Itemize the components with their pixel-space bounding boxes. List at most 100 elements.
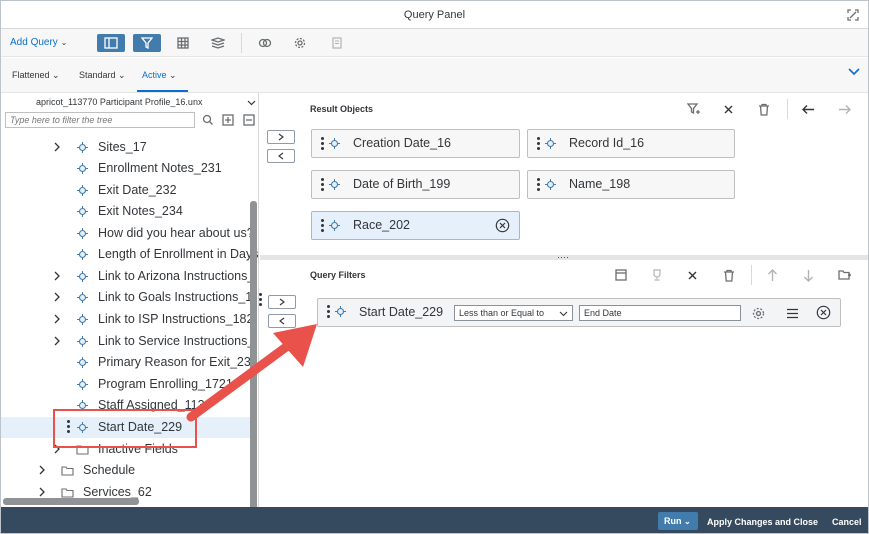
add-query-button[interactable]: Add Query ⌄ [10, 37, 67, 48]
drag-handle-icon[interactable] [321, 178, 324, 193]
remove-circle-icon[interactable] [495, 218, 510, 233]
menu-icon[interactable] [786, 308, 799, 319]
active-dropdown[interactable]: Active ⌄ [142, 70, 177, 81]
dimension-icon [545, 138, 556, 149]
panel-splitter[interactable]: ···· [260, 253, 868, 262]
chevron-right-icon[interactable] [53, 336, 61, 346]
sql-button[interactable] [323, 34, 351, 52]
operator-select[interactable]: Less than or Equal to [454, 305, 573, 321]
tree-item-label: How did you hear about us? [98, 226, 254, 240]
operand-value: End Date [584, 308, 622, 318]
drag-handle-icon[interactable] [537, 137, 540, 152]
result-object-label: Name_198 [569, 177, 631, 191]
tree-item[interactable]: Exit Date_232 [1, 180, 251, 201]
tree-item[interactable]: Link to Goals Instructions_1 [1, 287, 253, 308]
dimension-icon [77, 314, 88, 325]
gear-icon[interactable] [752, 307, 765, 320]
drag-handle-icon[interactable] [321, 137, 324, 152]
run-button[interactable]: Run ⌄ [658, 512, 698, 530]
add-subquery-icon[interactable] [838, 269, 851, 281]
link-button[interactable] [251, 34, 279, 52]
filter-condition-row[interactable]: Start Date_229 Less than or Equal to End… [317, 298, 841, 327]
dimension-icon [545, 179, 556, 190]
add-query-label: Add Query [10, 37, 58, 48]
arrow-down-icon[interactable] [803, 269, 814, 282]
tree-item-label: Link to Goals Instructions_1 [98, 290, 253, 304]
dimension-icon [335, 306, 346, 317]
panel-icon [104, 37, 118, 49]
result-object-label: Race_202 [353, 218, 410, 232]
tree-item[interactable]: Length of Enrollment in Days [1, 244, 259, 265]
result-object[interactable]: Race_202 [311, 211, 520, 240]
result-object[interactable]: Creation Date_16 [311, 129, 520, 158]
filter-toggle-button[interactable] [133, 34, 161, 52]
tree-item[interactable]: Sites_17 [1, 137, 251, 158]
add-filter-button[interactable] [268, 295, 296, 309]
dimension-icon [77, 357, 88, 368]
tree-filter-input[interactable] [5, 112, 195, 128]
dimension-icon [77, 206, 88, 217]
close-icon[interactable] [687, 270, 698, 281]
chevron-down-icon: ⌄ [60, 38, 68, 47]
result-object-label: Record Id_16 [569, 136, 645, 150]
chevron-right-icon[interactable] [53, 271, 61, 281]
filter-icon [141, 37, 153, 49]
arrow-right-icon[interactable] [838, 104, 851, 115]
window-title: Query Panel [403, 9, 466, 21]
filter-add-icon[interactable] [687, 103, 700, 116]
chevron-right-icon[interactable] [38, 487, 46, 497]
drag-handle-icon[interactable] [537, 178, 540, 193]
trash-icon[interactable] [723, 269, 735, 282]
result-object[interactable]: Date of Birth_199 [311, 170, 520, 199]
operand-input[interactable]: End Date [579, 305, 741, 321]
combined-query-button[interactable] [204, 34, 232, 52]
chevron-right-icon[interactable] [53, 292, 61, 302]
tree-item[interactable]: How did you hear about us? [1, 223, 254, 244]
standard-dropdown[interactable]: Standard ⌄ [79, 70, 126, 81]
annotation-arrow-icon [186, 324, 317, 422]
dimension-icon [77, 336, 88, 347]
chevron-right-icon[interactable] [38, 465, 46, 475]
add-result-object-button[interactable] [267, 130, 295, 144]
expand-all-icon[interactable] [222, 114, 234, 126]
tree-horizontal-scrollbar[interactable] [3, 498, 139, 505]
splitter-grip[interactable] [259, 293, 262, 307]
trophy-icon[interactable] [651, 269, 663, 281]
active-tab-indicator [137, 90, 188, 92]
result-object[interactable]: Name_198 [527, 170, 735, 199]
outline-toggle-button[interactable] [97, 34, 125, 52]
filter-object-label: Start Date_229 [359, 305, 444, 319]
data-preview-button[interactable] [169, 34, 197, 52]
remove-result-object-button[interactable] [267, 149, 295, 163]
tree-item[interactable]: Schedule [1, 460, 251, 481]
arrow-left-icon[interactable] [802, 104, 815, 115]
result-object-label: Date of Birth_199 [353, 177, 451, 191]
drag-handle-icon[interactable] [321, 219, 324, 234]
universe-name: apricot_113770 Participant Profile_16.un… [36, 97, 203, 107]
expand-icon[interactable] [846, 8, 860, 22]
chevron-right-icon[interactable] [53, 142, 61, 152]
drag-handle-icon[interactable] [327, 305, 330, 320]
flattened-dropdown[interactable]: Flattened ⌄ [12, 70, 60, 81]
close-icon[interactable] [723, 104, 734, 115]
remove-circle-icon[interactable] [816, 305, 831, 320]
universe-selector[interactable]: apricot_113770 Participant Profile_16.un… [36, 97, 202, 107]
tree-item[interactable]: Link to Arizona Instructions_ [1, 266, 254, 287]
chevron-down-icon[interactable] [247, 100, 256, 106]
tree-item[interactable]: Exit Notes_234 [1, 201, 251, 222]
chevron-right-icon[interactable] [53, 314, 61, 324]
arrow-up-icon[interactable] [767, 269, 778, 282]
query-panel-window: Query Panel Add Query ⌄ Flattened ⌄ Stan… [0, 0, 869, 534]
collapse-chevron-icon[interactable] [848, 68, 860, 76]
collapse-all-icon[interactable] [243, 114, 255, 126]
tree-item[interactable]: Enrollment Notes_231 [1, 158, 251, 179]
search-icon[interactable] [202, 114, 214, 126]
cancel-button[interactable]: Cancel [832, 517, 862, 527]
prompt-icon[interactable] [615, 269, 627, 281]
properties-button[interactable] [286, 34, 314, 52]
result-object[interactable]: Record Id_16 [527, 129, 735, 158]
apply-changes-button[interactable]: Apply Changes and Close [707, 517, 818, 527]
trash-icon[interactable] [758, 103, 770, 116]
active-label: Active [142, 70, 167, 80]
main-toolbar: Add Query ⌄ [1, 29, 868, 57]
